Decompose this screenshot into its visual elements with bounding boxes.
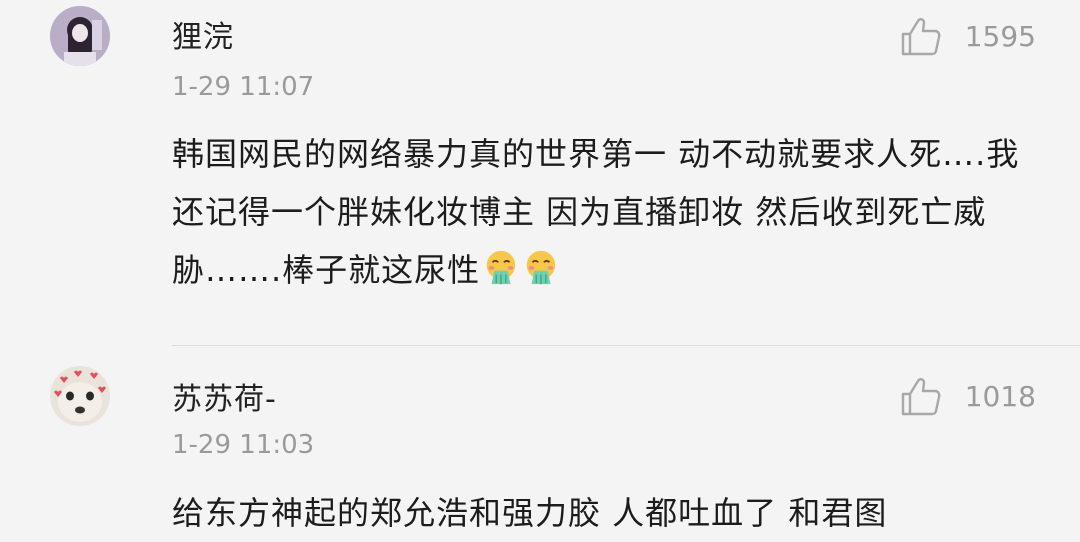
avatar[interactable] xyxy=(50,366,110,426)
avatar[interactable] xyxy=(50,6,110,66)
thumbs-up-icon xyxy=(901,18,941,56)
comment-text: 给东方神起的郑允浩和强力胶 人都吐血了 和君图 xyxy=(172,484,1042,542)
comment-text: 韩国网民的网络暴力真的世界第一 动不动就要求人死….我还记得一个胖妹化妆博主 因… xyxy=(172,125,1042,299)
comment-item: 狸浣 1-29 11:07 1595 韩国网民的网络暴力真的世界第一 动不动就要… xyxy=(0,0,1080,345)
like-button[interactable]: 1018 xyxy=(899,374,1036,418)
username[interactable]: 苏苏荷- xyxy=(172,374,277,418)
comment-body: 韩国网民的网络暴力真的世界第一 动不动就要求人死….我还记得一个胖妹化妆博主 因… xyxy=(172,135,1020,289)
like-count: 1595 xyxy=(964,19,1036,53)
like-button[interactable]: 1595 xyxy=(899,14,1036,58)
like-count: 1018 xyxy=(964,379,1036,413)
username[interactable]: 狸浣 xyxy=(172,12,234,56)
vomiting-face-emoji xyxy=(486,250,516,285)
avatar-image xyxy=(50,6,110,66)
thumbs-up-icon xyxy=(901,378,941,416)
timestamp: 1-29 11:07 xyxy=(172,72,315,102)
vomiting-face-emoji xyxy=(526,250,556,285)
timestamp: 1-29 11:03 xyxy=(172,430,315,460)
avatar-image xyxy=(50,366,110,426)
comment-item: 苏苏荷- 1-29 11:03 1018 给东方神起的郑允浩和强力胶 人都吐血了… xyxy=(0,346,1080,532)
comment-body: 给东方神起的郑允浩和强力胶 人都吐血了 和君图 xyxy=(172,494,888,532)
